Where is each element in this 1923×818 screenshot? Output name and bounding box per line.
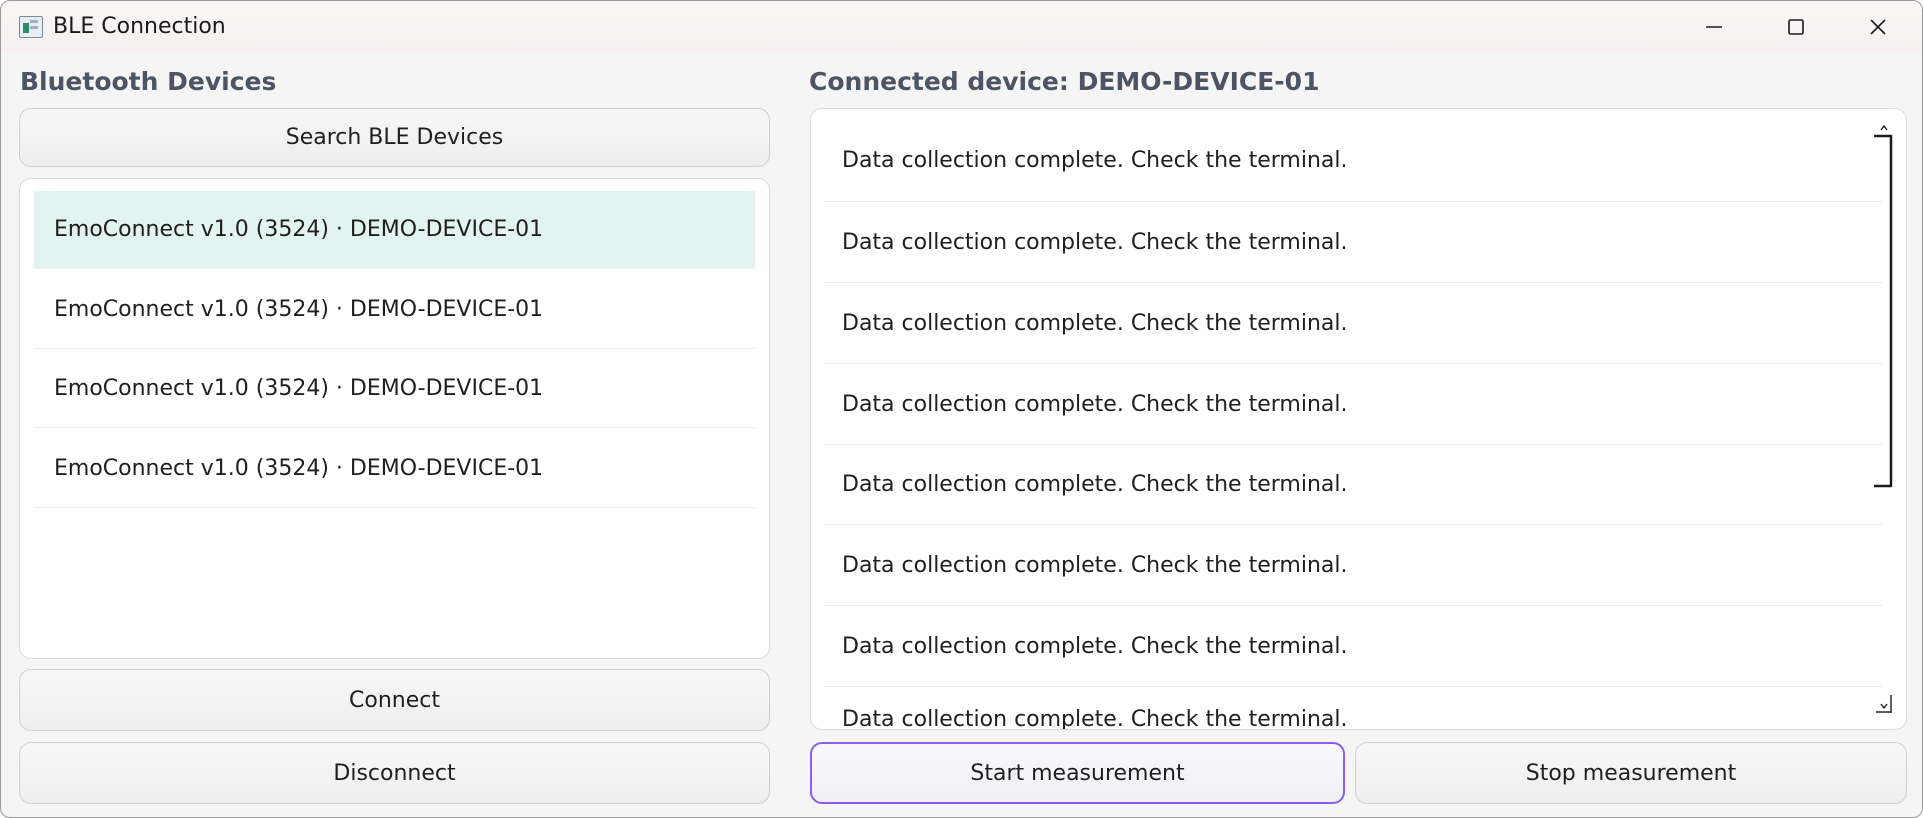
device-list[interactable]: EmoConnect v1.0 (3524) · DEMO-DEVICE-01 … <box>19 178 770 659</box>
log-item: Data collection complete. Check the term… <box>825 606 1882 687</box>
log-item: Data collection complete. Check the term… <box>825 445 1882 525</box>
log-item-text: Data collection complete. Check the term… <box>842 147 1348 173</box>
device-item[interactable]: EmoConnect v1.0 (3524) · DEMO-DEVICE-01 <box>34 271 755 349</box>
minimize-button[interactable] <box>1674 1 1754 53</box>
log-list[interactable]: Data collection complete. Check the term… <box>810 108 1907 730</box>
log-item-text: Data collection complete. Check the term… <box>842 391 1348 417</box>
stop-measurement-button[interactable]: Stop measurement <box>1355 742 1907 804</box>
app-window: BLE Connection Bluetooth Devices Search … <box>0 0 1923 818</box>
log-scrollbar[interactable] <box>1872 123 1894 715</box>
device-item[interactable]: EmoConnect v1.0 (3524) · DEMO-DEVICE-01 <box>34 191 755 269</box>
device-item-label: EmoConnect v1.0 (3524) · DEMO-DEVICE-01 <box>54 376 544 401</box>
title-bar: BLE Connection <box>1 1 1922 53</box>
app-icon <box>19 16 43 38</box>
log-item-text: Data collection complete. Check the term… <box>842 472 1348 497</box>
log-item: Data collection complete. Check the term… <box>825 364 1882 445</box>
close-button[interactable] <box>1838 1 1918 53</box>
log-item-text: Data collection complete. Check the term… <box>842 707 1348 730</box>
connect-button[interactable]: Connect <box>19 669 770 731</box>
close-icon <box>1870 19 1886 35</box>
log-item: Data collection complete. Check the term… <box>825 687 1882 730</box>
log-item: Data collection complete. Check the term… <box>825 202 1882 283</box>
start-measurement-button[interactable]: Start measurement <box>810 742 1345 804</box>
scroll-up-arrow-icon[interactable] <box>1880 124 1888 131</box>
log-item: Data collection complete. Check the term… <box>825 283 1882 364</box>
device-item-label: EmoConnect v1.0 (3524) · DEMO-DEVICE-01 <box>54 217 544 242</box>
log-item-text: Data collection complete. Check the term… <box>842 552 1348 578</box>
scroll-thumb[interactable] <box>1874 134 1893 488</box>
log-item-text: Data collection complete. Check the term… <box>842 310 1348 336</box>
maximize-button[interactable] <box>1756 1 1836 53</box>
log-item-text: Data collection complete. Check the term… <box>842 633 1348 659</box>
scroll-down-arrow-icon[interactable] <box>1876 695 1892 713</box>
minimize-icon <box>1706 26 1722 28</box>
log-item: Data collection complete. Check the term… <box>825 119 1882 202</box>
log-item-text: Data collection complete. Check the term… <box>842 229 1348 255</box>
search-ble-devices-button[interactable]: Search BLE Devices <box>19 108 770 167</box>
maximize-icon <box>1788 19 1804 35</box>
log-item: Data collection complete. Check the term… <box>825 525 1882 606</box>
device-item[interactable]: EmoConnect v1.0 (3524) · DEMO-DEVICE-01 <box>34 350 755 428</box>
window-title: BLE Connection <box>53 14 226 39</box>
device-item-label: EmoConnect v1.0 (3524) · DEMO-DEVICE-01 <box>54 297 544 322</box>
bluetooth-devices-heading: Bluetooth Devices <box>20 67 277 96</box>
disconnect-button[interactable]: Disconnect <box>19 742 770 804</box>
connected-device-heading: Connected device: DEMO-DEVICE-01 <box>809 67 1320 96</box>
device-item[interactable]: EmoConnect v1.0 (3524) · DEMO-DEVICE-01 <box>34 430 755 508</box>
device-item-label: EmoConnect v1.0 (3524) · DEMO-DEVICE-01 <box>54 456 544 481</box>
